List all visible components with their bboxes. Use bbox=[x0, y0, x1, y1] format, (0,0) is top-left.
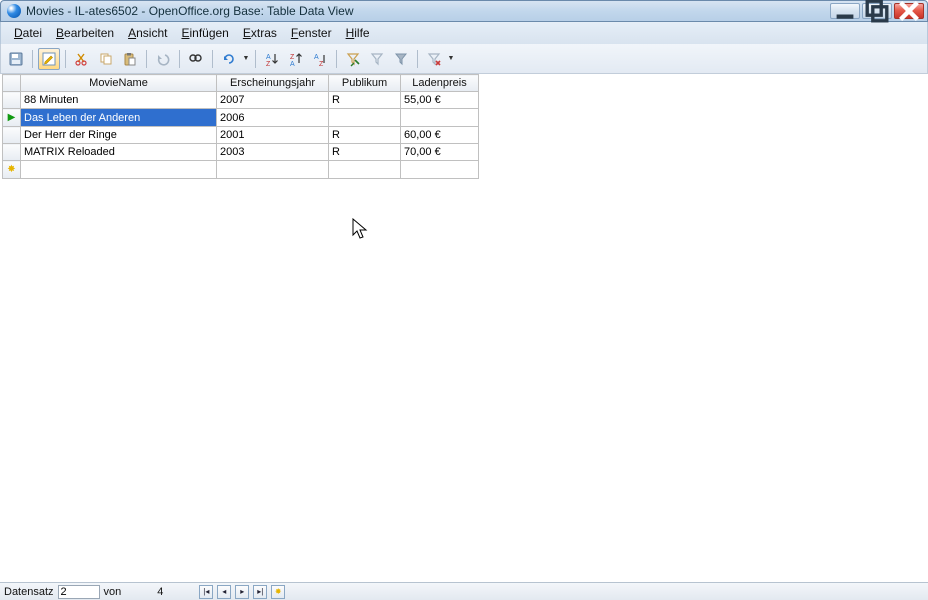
menu-fenster[interactable]: Fenster bbox=[284, 24, 339, 42]
row-marker-current[interactable]: ▶ bbox=[3, 109, 21, 127]
column-header-moviename[interactable]: MovieName bbox=[21, 75, 217, 92]
edit-data-icon[interactable] bbox=[38, 48, 60, 70]
nav-new-button[interactable]: ✸ bbox=[271, 585, 285, 599]
remove-filter-icon[interactable] bbox=[423, 48, 445, 70]
toolbar: ▼ AZ ZA AZ ▼ bbox=[0, 44, 928, 74]
menu-bearbeiten[interactable]: Bearbeiten bbox=[49, 24, 121, 42]
toolbar-overflow[interactable]: ▼ bbox=[447, 48, 455, 70]
minimize-button[interactable] bbox=[830, 3, 860, 19]
window-title: Movies - IL-ates6502 - OpenOffice.org Ba… bbox=[26, 4, 830, 18]
row-marker-new[interactable]: ✸ bbox=[3, 161, 21, 179]
menu-hilfe[interactable]: Hilfe bbox=[339, 24, 377, 42]
row-marker[interactable] bbox=[3, 92, 21, 109]
current-row-icon: ▶ bbox=[8, 112, 16, 123]
standard-filter-icon[interactable] bbox=[366, 48, 388, 70]
nav-first-button[interactable]: |◂ bbox=[199, 585, 213, 599]
cell-ladenpreis[interactable] bbox=[401, 161, 479, 179]
nav-prev-button[interactable]: ◂ bbox=[217, 585, 231, 599]
svg-text:A: A bbox=[266, 54, 271, 61]
row-marker[interactable] bbox=[3, 144, 21, 161]
paste-icon[interactable] bbox=[119, 48, 141, 70]
cell-year[interactable]: 2007 bbox=[217, 92, 329, 109]
toolbar-separator bbox=[417, 50, 418, 68]
cell-moviename[interactable] bbox=[21, 161, 217, 179]
table-row-new[interactable]: ✸ bbox=[3, 161, 479, 179]
record-total: 4 bbox=[125, 586, 195, 598]
toolbar-separator bbox=[212, 50, 213, 68]
svg-text:Z: Z bbox=[319, 61, 324, 67]
cell-publikum[interactable]: R bbox=[329, 127, 401, 144]
sort-desc-icon[interactable]: ZA bbox=[285, 48, 307, 70]
cell-publikum[interactable]: R bbox=[329, 92, 401, 109]
cell-moviename[interactable]: Der Herr der Ringe bbox=[21, 127, 217, 144]
cut-icon[interactable] bbox=[71, 48, 93, 70]
cell-ladenpreis[interactable]: 70,00 € bbox=[401, 144, 479, 161]
cell-moviename[interactable]: 88 Minuten bbox=[21, 92, 217, 109]
sort-icon[interactable]: AZ bbox=[309, 48, 331, 70]
svg-text:Z: Z bbox=[266, 61, 271, 67]
cell-moviename[interactable]: MATRIX Reloaded bbox=[21, 144, 217, 161]
data-table[interactable]: MovieName Erscheinungsjahr Publikum Lade… bbox=[2, 74, 479, 179]
cell-publikum[interactable]: R bbox=[329, 144, 401, 161]
toolbar-separator bbox=[179, 50, 180, 68]
table-row[interactable]: Der Herr der Ringe 2001 R 60,00 € bbox=[3, 127, 479, 144]
toolbar-separator bbox=[146, 50, 147, 68]
svg-text:A: A bbox=[314, 54, 319, 61]
cell-year[interactable]: 2003 bbox=[217, 144, 329, 161]
table-row[interactable]: 88 Minuten 2007 R 55,00 € bbox=[3, 92, 479, 109]
title-bar: Movies - IL-ates6502 - OpenOffice.org Ba… bbox=[0, 0, 928, 22]
cell-ladenpreis[interactable]: 60,00 € bbox=[401, 127, 479, 144]
close-button[interactable] bbox=[894, 3, 924, 19]
record-current-input[interactable] bbox=[58, 585, 100, 599]
cell-ladenpreis[interactable] bbox=[401, 109, 479, 127]
row-marker[interactable] bbox=[3, 127, 21, 144]
svg-text:Z: Z bbox=[290, 54, 295, 61]
row-selector-header[interactable] bbox=[3, 75, 21, 92]
copy-icon[interactable] bbox=[95, 48, 117, 70]
cell-ladenpreis[interactable]: 55,00 € bbox=[401, 92, 479, 109]
undo-icon[interactable] bbox=[152, 48, 174, 70]
svg-text:A: A bbox=[290, 61, 295, 67]
refresh-icon[interactable] bbox=[218, 48, 240, 70]
toolbar-separator bbox=[336, 50, 337, 68]
autofilter-icon[interactable] bbox=[342, 48, 364, 70]
cell-year[interactable]: 2006 bbox=[217, 109, 329, 127]
status-bar: Datensatz von 4 |◂ ◂ ▸ ▸| ✸ bbox=[0, 582, 928, 600]
menu-extras[interactable]: Extras bbox=[236, 24, 284, 42]
sort-asc-icon[interactable]: AZ bbox=[261, 48, 283, 70]
toolbar-separator bbox=[32, 50, 33, 68]
maximize-button[interactable] bbox=[862, 3, 892, 19]
apply-filter-icon[interactable] bbox=[390, 48, 412, 70]
find-icon[interactable] bbox=[185, 48, 207, 70]
cell-year[interactable]: 2001 bbox=[217, 127, 329, 144]
nav-last-button[interactable]: ▸| bbox=[253, 585, 267, 599]
save-icon[interactable] bbox=[5, 48, 27, 70]
cell-moviename[interactable]: Das Leben der Anderen bbox=[21, 109, 217, 127]
cell-publikum[interactable] bbox=[329, 109, 401, 127]
menu-einfuegen[interactable]: Einfügen bbox=[174, 24, 235, 42]
cell-publikum[interactable] bbox=[329, 161, 401, 179]
new-row-icon: ✸ bbox=[7, 164, 15, 175]
of-label: von bbox=[104, 586, 122, 598]
table-area: MovieName Erscheinungsjahr Publikum Lade… bbox=[2, 74, 926, 582]
record-label: Datensatz bbox=[4, 586, 54, 598]
table-row[interactable]: ▶ Das Leben der Anderen 2006 bbox=[3, 109, 479, 127]
menu-ansicht[interactable]: Ansicht bbox=[121, 24, 174, 42]
menu-bar: Datei Bearbeiten Ansicht Einfügen Extras… bbox=[0, 22, 928, 44]
menu-datei[interactable]: Datei bbox=[7, 24, 49, 42]
column-header-publikum[interactable]: Publikum bbox=[329, 75, 401, 92]
app-icon bbox=[7, 4, 21, 18]
refresh-dropdown[interactable]: ▼ bbox=[242, 48, 250, 70]
toolbar-separator bbox=[255, 50, 256, 68]
toolbar-separator bbox=[65, 50, 66, 68]
column-header-year[interactable]: Erscheinungsjahr bbox=[217, 75, 329, 92]
window-controls bbox=[830, 3, 924, 19]
cell-year[interactable] bbox=[217, 161, 329, 179]
nav-next-button[interactable]: ▸ bbox=[235, 585, 249, 599]
column-header-ladenpreis[interactable]: Ladenpreis bbox=[401, 75, 479, 92]
table-row[interactable]: MATRIX Reloaded 2003 R 70,00 € bbox=[3, 144, 479, 161]
